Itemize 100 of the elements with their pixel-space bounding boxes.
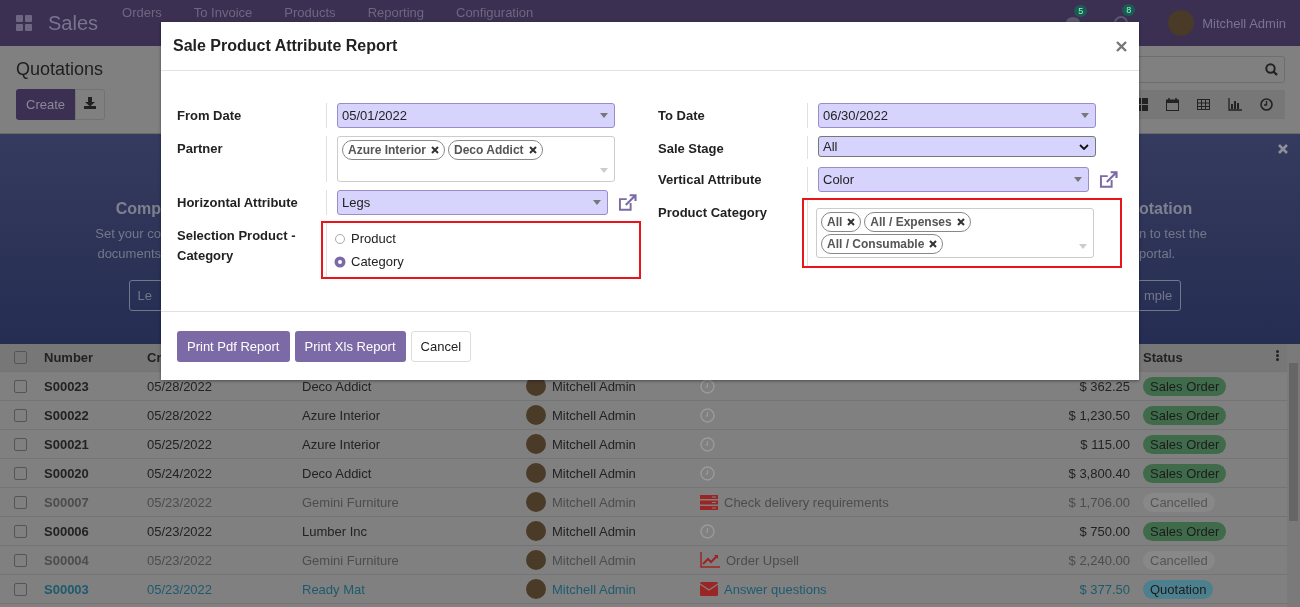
dropdown-field[interactable]: 06/30/2022 bbox=[818, 103, 1096, 128]
avatar bbox=[526, 492, 546, 512]
cancel-button[interactable]: Cancel bbox=[410, 330, 471, 362]
caret-icon bbox=[1079, 244, 1087, 249]
table-cell: Mitchell Admin bbox=[552, 436, 636, 452]
banner-title: Comp bbox=[115, 200, 161, 218]
column-header[interactable]: Status bbox=[1143, 350, 1183, 365]
clock-icon[interactable] bbox=[700, 378, 715, 394]
checkbox[interactable] bbox=[13, 351, 27, 364]
remove-icon[interactable] bbox=[956, 218, 965, 226]
table-cell-text: Deco Addict bbox=[301, 378, 373, 394]
table-cell-text: Ready Mat bbox=[301, 581, 366, 597]
checkbox[interactable] bbox=[13, 553, 27, 567]
external-link-icon[interactable] bbox=[1098, 170, 1118, 189]
create-button[interactable]: Create bbox=[16, 89, 76, 120]
envelope-icon[interactable] bbox=[700, 582, 718, 596]
radio-label[interactable]: Product bbox=[351, 231, 396, 246]
table-cell-text: S00021 bbox=[43, 436, 90, 452]
table-cell-text: S00020 bbox=[43, 465, 90, 481]
banner-text: documents bbox=[97, 246, 161, 262]
table-cell-text: $ 362.25 bbox=[1078, 378, 1131, 394]
table-cell: Mitchell Admin bbox=[552, 465, 636, 481]
apps-menu-icon[interactable] bbox=[16, 15, 32, 31]
activity-count-badge: 8 bbox=[1122, 4, 1136, 16]
print-button[interactable]: Print Pdf Report bbox=[177, 330, 290, 362]
dialog-title: Sale Product Attribute Report bbox=[173, 37, 398, 55]
avatar bbox=[526, 463, 546, 483]
avatar bbox=[526, 579, 546, 599]
list-icon[interactable] bbox=[700, 494, 718, 510]
table-cell-text: Lumber Inc bbox=[301, 523, 369, 539]
table-cell-text: $ 750.00 bbox=[1078, 523, 1131, 539]
banner-title: otation bbox=[1139, 200, 1193, 218]
status-label: Sales Order bbox=[1143, 405, 1227, 425]
table-cell-text: $ 3,800.40 bbox=[1067, 465, 1131, 481]
checkbox[interactable] bbox=[13, 437, 27, 451]
table-cell-text: 05/23/2022 bbox=[146, 523, 214, 539]
table-cell-text: Azure Interior bbox=[301, 407, 382, 423]
scrollbar[interactable] bbox=[1287, 344, 1300, 607]
dropdown-field[interactable]: Legs bbox=[337, 190, 608, 215]
banner-text: portal. bbox=[1139, 246, 1176, 262]
table-cell-text: S00003 bbox=[43, 581, 90, 597]
caret-icon bbox=[1081, 113, 1089, 118]
radio-label[interactable]: Category bbox=[351, 254, 404, 269]
table-view-icon[interactable] bbox=[1197, 99, 1210, 110]
print-button[interactable]: Print Xls Report bbox=[294, 330, 406, 362]
status-label: Sales Order bbox=[1143, 376, 1227, 396]
activity-text[interactable]: Answer questions bbox=[724, 581, 827, 597]
close-icon[interactable] bbox=[1116, 40, 1127, 52]
table-cell-text: $ 377.50 bbox=[1078, 581, 1131, 597]
download-button[interactable] bbox=[75, 89, 106, 120]
checkbox[interactable] bbox=[13, 495, 27, 509]
remove-icon[interactable] bbox=[431, 146, 439, 154]
banner-text: n to test the bbox=[1139, 226, 1207, 242]
remove-icon[interactable] bbox=[929, 240, 938, 248]
chevron-icon bbox=[1079, 143, 1089, 150]
table-cell-text: 05/28/2022 bbox=[146, 378, 214, 394]
status-label: Sales Order bbox=[1143, 463, 1227, 483]
search-icon[interactable] bbox=[1265, 63, 1278, 76]
message-count-badge: 5 bbox=[1074, 5, 1088, 17]
field-label: Horizontal Attribute bbox=[177, 190, 327, 215]
table-cell-text: 05/24/2022 bbox=[146, 465, 214, 481]
checkbox[interactable] bbox=[13, 379, 27, 393]
more-options-icon[interactable] bbox=[1276, 350, 1279, 361]
radio-button[interactable] bbox=[335, 256, 345, 267]
remove-icon[interactable] bbox=[847, 218, 856, 226]
remove-icon[interactable] bbox=[528, 146, 537, 154]
page-title: Quotations bbox=[16, 59, 104, 80]
checkbox[interactable] bbox=[13, 582, 27, 596]
close-icon[interactable] bbox=[1278, 144, 1288, 154]
user-name[interactable]: Mitchell Admin bbox=[1202, 15, 1286, 31]
field-label: To Date bbox=[658, 103, 808, 128]
trend-chart-icon[interactable] bbox=[700, 552, 720, 568]
tags-field[interactable]: All All / Expenses All / Consumable bbox=[816, 208, 1094, 258]
clock-icon[interactable] bbox=[1260, 98, 1273, 111]
column-header[interactable]: Number bbox=[40, 350, 143, 365]
external-link-icon[interactable] bbox=[617, 193, 637, 212]
table-cell-text: 05/23/2022 bbox=[146, 581, 214, 597]
status-label: Sales Order bbox=[1143, 434, 1227, 454]
checkbox[interactable] bbox=[13, 408, 27, 422]
avatar bbox=[526, 434, 546, 454]
tags-field[interactable]: Azure Interior Deco Addict bbox=[337, 136, 615, 182]
table-cell: Mitchell Admin bbox=[552, 378, 636, 394]
banner-text: Set your co bbox=[95, 226, 161, 242]
dropdown-field[interactable]: Color bbox=[818, 167, 1089, 192]
bar-chart-icon[interactable] bbox=[1228, 98, 1242, 111]
checkbox[interactable] bbox=[13, 524, 27, 538]
select-field[interactable]: All bbox=[818, 136, 1096, 157]
calendar-view-icon[interactable] bbox=[1166, 98, 1179, 111]
table-cell-text: S00006 bbox=[43, 523, 90, 539]
avatar bbox=[526, 405, 546, 425]
caret-icon bbox=[600, 168, 608, 173]
table-cell: Mitchell Admin bbox=[552, 581, 636, 597]
field-label: Product Category bbox=[658, 200, 808, 266]
dropdown-field[interactable]: 05/01/2022 bbox=[337, 103, 615, 128]
table-cell-text: Azure Interior bbox=[301, 436, 382, 452]
checkbox[interactable] bbox=[13, 466, 27, 480]
field-label: Selection Product - Category bbox=[177, 223, 327, 277]
field-label: From Date bbox=[177, 103, 327, 128]
avatar bbox=[526, 521, 546, 541]
status-label: Quotation bbox=[1143, 579, 1214, 599]
